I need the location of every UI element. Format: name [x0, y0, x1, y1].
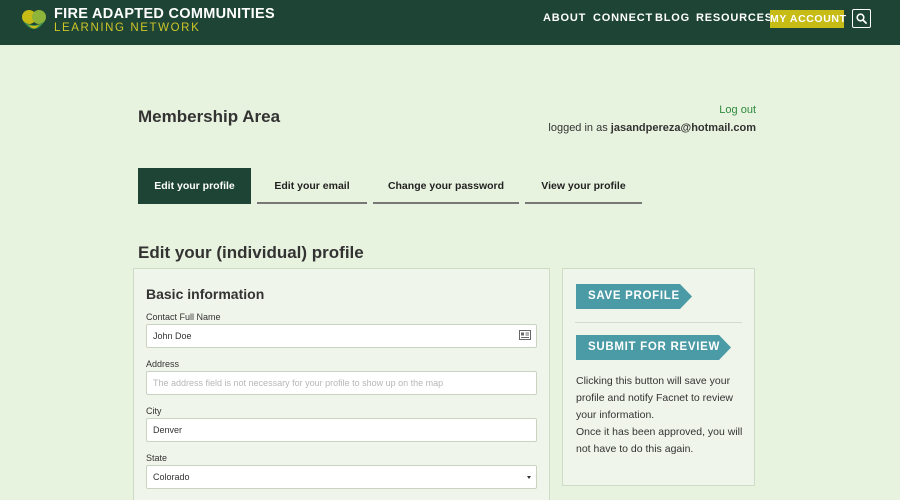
tab-edit-email[interactable]: Edit your email — [257, 168, 367, 204]
actions-panel: SAVE PROFILE SUBMIT FOR REVIEW Clicking … — [562, 268, 755, 486]
basic-info-panel: Basic information Contact Full Name Addr… — [133, 268, 550, 500]
tab-view-profile[interactable]: View your profile — [525, 168, 642, 204]
page-title: Membership Area — [138, 107, 281, 126]
my-account-button[interactable]: MY ACCOUNT — [770, 10, 846, 28]
brand-title: FIRE ADAPTED COMMUNITIES — [54, 6, 275, 22]
chevron-down-icon — [527, 476, 531, 479]
nav-connect[interactable]: CONNECT — [593, 12, 653, 24]
tab-change-password[interactable]: Change your password — [373, 168, 519, 204]
user-email: jasandpereza@hotmail.com — [610, 122, 756, 134]
nav-blog[interactable]: BLOG — [655, 12, 690, 24]
tab-edit-profile[interactable]: Edit your profile — [138, 168, 251, 204]
facnet-logo-icon[interactable] — [20, 7, 48, 35]
divider — [575, 322, 742, 323]
contact-card-icon[interactable] — [519, 330, 531, 340]
search-button[interactable] — [852, 9, 871, 28]
address-label: Address — [146, 359, 180, 369]
submit-review-label: SUBMIT FOR REVIEW — [588, 341, 721, 353]
review-note-line2: Once it has been approved, you will not … — [576, 426, 743, 455]
search-icon — [856, 13, 867, 24]
nav-resources[interactable]: RESOURCES — [696, 12, 773, 24]
name-label: Contact Full Name — [146, 312, 221, 322]
state-label: State — [146, 453, 168, 463]
city-input[interactable] — [146, 418, 537, 442]
section-title: Edit your (individual) profile — [138, 243, 364, 262]
state-select-value: Colorado — [153, 472, 190, 482]
brand-subtitle: LEARNING NETWORK — [54, 22, 201, 34]
submit-review-button[interactable]: SUBMIT FOR REVIEW — [576, 335, 731, 360]
review-note: Clicking this button will save your prof… — [576, 373, 748, 458]
state-select[interactable]: Colorado — [146, 465, 537, 489]
save-profile-label: SAVE PROFILE — [588, 290, 680, 302]
site-header: FIRE ADAPTED COMMUNITIES LEARNING NETWOR… — [0, 0, 900, 45]
review-note-line1: Clicking this button will save your prof… — [576, 375, 733, 421]
logout-link[interactable]: Log out — [719, 104, 756, 116]
save-profile-button[interactable]: SAVE PROFILE — [576, 284, 692, 309]
logged-in-status: logged in as jasandpereza@hotmail.com — [548, 122, 756, 134]
nav-about[interactable]: ABOUT — [543, 12, 586, 24]
contact-name-input[interactable] — [146, 324, 537, 348]
name-field-wrapper — [134, 324, 551, 348]
address-input[interactable] — [146, 371, 537, 395]
city-label: City — [146, 406, 162, 416]
panel-heading: Basic information — [146, 286, 265, 302]
brand-name[interactable]: FIRE ADAPTED COMMUNITIES LEARNING NETWOR… — [54, 6, 275, 35]
logged-in-prefix: logged in as — [548, 122, 608, 134]
